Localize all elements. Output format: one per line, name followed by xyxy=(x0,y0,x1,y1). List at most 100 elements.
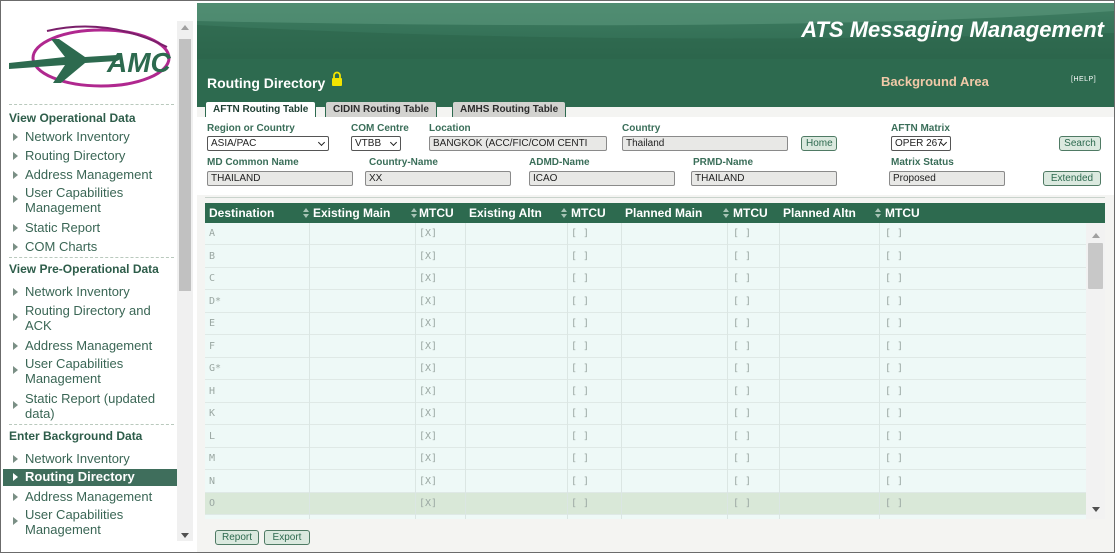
col-existing-altn[interactable]: Existing Altn xyxy=(469,206,542,220)
mtcu-cell[interactable]: [ ] xyxy=(733,431,751,442)
mtcu-cell[interactable]: [ ] xyxy=(885,251,903,262)
mtcu-cell[interactable]: [X] xyxy=(419,386,437,397)
sidebar-item-routing-directory-and-ack[interactable]: Routing Directory and ACK xyxy=(3,303,177,335)
mtcu-cell[interactable]: [ ] xyxy=(733,386,751,397)
mtcu-cell[interactable]: [ ] xyxy=(571,363,589,374)
tab-aftn-routing-table[interactable]: AFTN Routing Table xyxy=(205,101,317,117)
table-row[interactable]: P[X][ ][ ][ ] xyxy=(205,516,1086,520)
mtcu-cell[interactable]: [ ] xyxy=(571,341,589,352)
col-planned-altn[interactable]: Planned Altn xyxy=(783,206,856,220)
mtcu-cell[interactable]: [ ] xyxy=(571,498,589,509)
mtcu-cell[interactable]: [ ] xyxy=(733,408,751,419)
sidebar-item-address-management[interactable]: Address Management xyxy=(3,167,177,184)
mtcu-cell[interactable]: [X] xyxy=(419,363,437,374)
sidebar-item-user-capabilities-management[interactable]: User Capabilities Management xyxy=(3,185,177,217)
sidebar-item-network-inventory[interactable]: Network Inventory xyxy=(3,451,177,468)
mtcu-cell[interactable]: [ ] xyxy=(733,453,751,464)
mtcu-cell[interactable]: [ ] xyxy=(571,476,589,487)
sidebar-item-static-report[interactable]: Static Report xyxy=(3,220,177,237)
prmd-name-field[interactable]: THAILAND xyxy=(691,171,837,186)
mtcu-cell[interactable]: [ ] xyxy=(733,318,751,329)
mtcu-cell[interactable]: [ ] xyxy=(733,498,751,509)
sidebar-item-network-inventory[interactable]: Network Inventory xyxy=(3,284,177,301)
help-link[interactable]: [HELP] xyxy=(1071,76,1096,83)
sidebar-item-address-management[interactable]: Address Management xyxy=(3,489,177,506)
scroll-down-icon[interactable] xyxy=(1092,507,1100,512)
mtcu-cell[interactable]: [X] xyxy=(419,453,437,464)
col-planned-main[interactable]: Planned Main xyxy=(625,206,702,220)
home-button[interactable]: Home xyxy=(801,136,837,151)
mtcu-cell[interactable]: [X] xyxy=(419,431,437,442)
extended-button[interactable]: Extended xyxy=(1043,171,1101,186)
mtcu-cell[interactable]: [ ] xyxy=(571,228,589,239)
region-select[interactable]: ASIA/PAC xyxy=(207,136,329,151)
com-centre-select[interactable]: VTBB xyxy=(351,136,401,151)
mtcu-cell[interactable]: [ ] xyxy=(885,453,903,464)
sort-icon[interactable] xyxy=(561,208,567,218)
admd-name-field[interactable]: ICAO xyxy=(529,171,675,186)
tab-amhs-routing-table[interactable]: AMHS Routing Table xyxy=(452,101,567,117)
mtcu-cell[interactable]: [ ] xyxy=(571,431,589,442)
sidebar-scroll-thumb[interactable] xyxy=(179,39,191,291)
scroll-down-icon[interactable] xyxy=(181,533,189,538)
mtcu-cell[interactable]: [X] xyxy=(419,408,437,419)
table-row[interactable]: C [X] [ ] [ ] [ ] xyxy=(205,268,1086,290)
table-row[interactable]: D* [X] [ ] [ ] [ ] xyxy=(205,291,1086,313)
table-row[interactable]: H [X] [ ] [ ] [ ] xyxy=(205,381,1086,403)
mtcu-cell[interactable]: [ ] xyxy=(571,273,589,284)
sidebar-item-com-charts[interactable]: COM Charts xyxy=(3,239,177,256)
table-row[interactable]: M [X] [ ] [ ] [ ] xyxy=(205,448,1086,470)
sidebar-item-routing-directory[interactable]: Routing Directory xyxy=(3,469,177,486)
sidebar-item-address-management[interactable]: Address Management xyxy=(3,338,177,355)
matrix-status-field[interactable]: Proposed xyxy=(889,171,1005,186)
table-row[interactable]: E [X] [ ] [ ] [ ] xyxy=(205,313,1086,335)
table-row[interactable]: B [X] [ ] [ ] [ ] xyxy=(205,246,1086,268)
mtcu-cell[interactable]: [ ] xyxy=(885,498,903,509)
col-existing-main[interactable]: Existing Main xyxy=(313,206,390,220)
mtcu-cell[interactable]: [ ] xyxy=(885,273,903,284)
table-row[interactable]: K [X] [ ] [ ] [ ] xyxy=(205,403,1086,425)
mtcu-cell[interactable]: [ ] xyxy=(885,476,903,487)
mtcu-cell[interactable]: [ ] xyxy=(885,408,903,419)
col-mtcu-2[interactable]: MTCU xyxy=(571,206,606,220)
md-common-name-field[interactable]: THAILAND xyxy=(207,171,353,186)
table-row[interactable]: L [X] [ ] [ ] [ ] xyxy=(205,426,1086,448)
sidebar-item-routing-directory[interactable]: Routing Directory xyxy=(3,148,177,165)
mtcu-cell[interactable]: [X] xyxy=(419,498,437,509)
table-row[interactable]: G* [X] [ ] [ ] [ ] xyxy=(205,358,1086,380)
mtcu-cell[interactable]: [ ] xyxy=(571,251,589,262)
sort-icon[interactable] xyxy=(875,208,881,218)
mtcu-cell[interactable]: [ ] xyxy=(885,318,903,329)
sidebar-item-user-capabilities-management[interactable]: User Capabilities Management xyxy=(3,356,177,388)
sidebar-item-network-inventory[interactable]: Network Inventory xyxy=(3,129,177,146)
col-mtcu-3[interactable]: MTCU xyxy=(733,206,768,220)
mtcu-cell[interactable]: [ ] xyxy=(733,296,751,307)
mtcu-cell[interactable]: [X] xyxy=(419,318,437,329)
tab-cidin-routing-table[interactable]: CIDIN Routing Table xyxy=(325,101,437,117)
mtcu-cell[interactable]: [ ] xyxy=(885,431,903,442)
sort-icon[interactable] xyxy=(723,208,729,218)
mtcu-cell[interactable]: [ ] xyxy=(733,251,751,262)
country-field[interactable]: Thailand xyxy=(622,136,788,151)
mtcu-cell[interactable]: [X] xyxy=(419,296,437,307)
table-row[interactable]: A [X] [ ] [ ] [ ] xyxy=(205,223,1086,245)
mtcu-cell[interactable]: [ ] xyxy=(571,408,589,419)
scroll-up-icon[interactable] xyxy=(1092,233,1100,238)
search-button[interactable]: Search xyxy=(1059,136,1101,151)
export-button[interactable]: Export xyxy=(264,530,310,545)
table-row[interactable]: O [X] [ ] [ ] [ ] xyxy=(205,493,1086,515)
mtcu-cell[interactable]: [X] xyxy=(419,341,437,352)
mtcu-cell[interactable]: [ ] xyxy=(571,453,589,464)
sidebar-item-static-report-updated-data[interactable]: Static Report (updated data) xyxy=(3,391,177,423)
mtcu-cell[interactable]: [ ] xyxy=(571,296,589,307)
sidebar-item-user-capabilities-management[interactable]: User Capabilities Management xyxy=(3,507,177,539)
mtcu-cell[interactable]: [ ] xyxy=(733,273,751,284)
report-button[interactable]: Report xyxy=(215,530,259,545)
mtcu-cell[interactable]: [ ] xyxy=(885,386,903,397)
mtcu-cell[interactable]: [ ] xyxy=(885,341,903,352)
location-field[interactable]: BANGKOK (ACC/FIC/COM CENTI xyxy=(429,136,607,151)
mtcu-cell[interactable]: [ ] xyxy=(733,228,751,239)
sort-icon[interactable] xyxy=(303,208,309,218)
mtcu-cell[interactable]: [ ] xyxy=(885,363,903,374)
scroll-up-icon[interactable] xyxy=(181,25,189,30)
